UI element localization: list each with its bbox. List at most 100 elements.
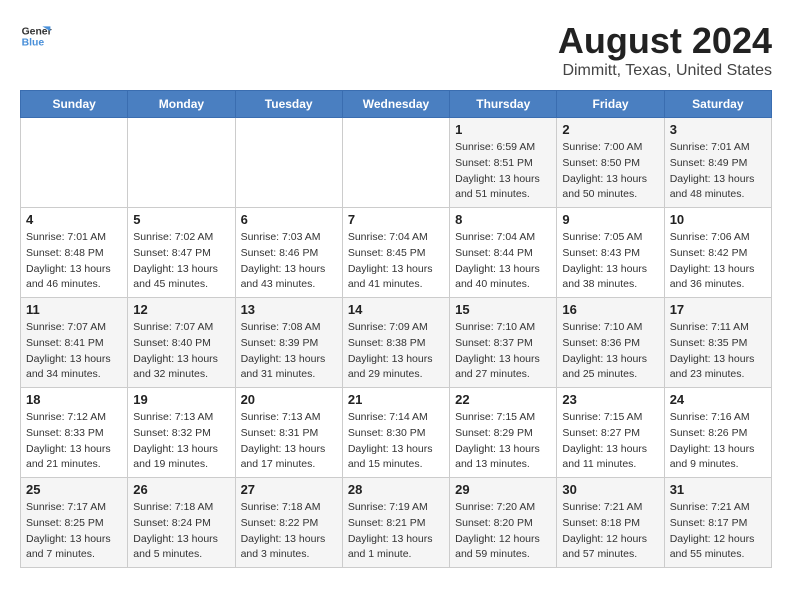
calendar-cell: 18 Sunrise: 7:12 AMSunset: 8:33 PMDayligh… xyxy=(21,388,128,478)
calendar-cell: 2Sunrise: 7:00 AMSunset: 8:50 PMDaylight… xyxy=(557,118,664,208)
day-info: Sunrise: 7:04 AMSunset: 8:44 PMDaylight:… xyxy=(455,230,551,293)
day-info: Sunrise: 7:17 AMSunset: 8:25 PMDaylight:… xyxy=(26,500,122,563)
day-info: Sunrise: 7:01 AMSunset: 8:48 PMDaylight:… xyxy=(26,230,122,293)
week-row-1: 1 Sunrise: 6:59 AMSunset: 8:51 PMDaylight… xyxy=(21,118,772,208)
calendar-cell: 3 Sunrise: 7:01 AMSunset: 8:49 PMDaylight… xyxy=(664,118,771,208)
day-info: Sunrise: 7:13 AMSunset: 8:31 PMDaylight:… xyxy=(241,410,337,473)
calendar-cell: 12 Sunrise: 7:07 AMSunset: 8:40 PMDayligh… xyxy=(128,298,235,388)
day-number: 24 xyxy=(670,392,766,407)
calendar-cell: 30 Sunrise: 7:21 AMSunset: 8:18 PMDayligh… xyxy=(557,478,664,568)
day-number: 6 xyxy=(241,212,337,227)
calendar-cell: 10 Sunrise: 7:06 AMSunset: 8:42 PMDayligh… xyxy=(664,208,771,298)
day-info: Sunrise: 7:07 AMSunset: 8:41 PMDaylight:… xyxy=(26,320,122,383)
svg-text:Blue: Blue xyxy=(22,38,45,49)
day-number: 14 xyxy=(348,302,444,317)
day-info: Sunrise: 7:13 AMSunset: 8:32 PMDaylight:… xyxy=(133,410,229,473)
calendar-cell: 20 Sunrise: 7:13 AMSunset: 8:31 PMDayligh… xyxy=(235,388,342,478)
weekday-header-wednesday: Wednesday xyxy=(342,91,449,118)
day-info: Sunrise: 7:10 AMSunset: 8:36 PMDaylight:… xyxy=(562,320,658,383)
calendar-cell: 27 Sunrise: 7:18 AMSunset: 8:22 PMDayligh… xyxy=(235,478,342,568)
week-row-5: 25 Sunrise: 7:17 AMSunset: 8:25 PMDayligh… xyxy=(21,478,772,568)
day-number: 30 xyxy=(562,482,658,497)
weekday-header-thursday: Thursday xyxy=(450,91,557,118)
day-number: 18 xyxy=(26,392,122,407)
weekday-header-monday: Monday xyxy=(128,91,235,118)
title-block: August 2024 Dimmitt, Texas, United State… xyxy=(558,20,772,80)
week-row-3: 11 Sunrise: 7:07 AMSunset: 8:41 PMDayligh… xyxy=(21,298,772,388)
day-number: 1 xyxy=(455,122,551,137)
calendar-cell xyxy=(21,118,128,208)
calendar-cell: 9 Sunrise: 7:05 AMSunset: 8:43 PMDaylight… xyxy=(557,208,664,298)
calendar-cell: 4 Sunrise: 7:01 AMSunset: 8:48 PMDaylight… xyxy=(21,208,128,298)
weekday-header-friday: Friday xyxy=(557,91,664,118)
day-number: 4 xyxy=(26,212,122,227)
day-number: 23 xyxy=(562,392,658,407)
calendar-cell: 21 Sunrise: 7:14 AMSunset: 8:30 PMDayligh… xyxy=(342,388,449,478)
day-info: Sunrise: 7:18 AMSunset: 8:24 PMDaylight:… xyxy=(133,500,229,563)
day-info: Sunrise: 7:11 AMSunset: 8:35 PMDaylight:… xyxy=(670,320,766,383)
calendar-cell: 7Sunrise: 7:04 AMSunset: 8:45 PMDaylight… xyxy=(342,208,449,298)
day-number: 21 xyxy=(348,392,444,407)
calendar-cell: 15Sunrise: 7:10 AMSunset: 8:37 PMDayligh… xyxy=(450,298,557,388)
day-info: Sunrise: 7:04 AMSunset: 8:45 PMDaylight:… xyxy=(348,230,444,293)
day-info: Sunrise: 7:18 AMSunset: 8:22 PMDaylight:… xyxy=(241,500,337,563)
calendar-cell: 8 Sunrise: 7:04 AMSunset: 8:44 PMDaylight… xyxy=(450,208,557,298)
day-number: 16 xyxy=(562,302,658,317)
calendar-cell xyxy=(235,118,342,208)
day-number: 25 xyxy=(26,482,122,497)
day-number: 13 xyxy=(241,302,337,317)
day-info: Sunrise: 7:00 AMSunset: 8:50 PMDaylight:… xyxy=(562,140,658,203)
day-info: Sunrise: 7:07 AMSunset: 8:40 PMDaylight:… xyxy=(133,320,229,383)
day-info: Sunrise: 7:14 AMSunset: 8:30 PMDaylight:… xyxy=(348,410,444,473)
weekday-header-tuesday: Tuesday xyxy=(235,91,342,118)
day-info: Sunrise: 7:01 AMSunset: 8:49 PMDaylight:… xyxy=(670,140,766,203)
logo: General Blue xyxy=(20,20,52,52)
day-info: Sunrise: 7:09 AMSunset: 8:38 PMDaylight:… xyxy=(348,320,444,383)
day-number: 17 xyxy=(670,302,766,317)
day-info: Sunrise: 7:05 AMSunset: 8:43 PMDaylight:… xyxy=(562,230,658,293)
day-info: Sunrise: 7:08 AMSunset: 8:39 PMDaylight:… xyxy=(241,320,337,383)
page-title: August 2024 xyxy=(558,20,772,62)
day-number: 11 xyxy=(26,302,122,317)
day-info: Sunrise: 7:19 AMSunset: 8:21 PMDaylight:… xyxy=(348,500,444,563)
calendar-cell: 22Sunrise: 7:15 AMSunset: 8:29 PMDayligh… xyxy=(450,388,557,478)
calendar-cell: 11 Sunrise: 7:07 AMSunset: 8:41 PMDayligh… xyxy=(21,298,128,388)
weekday-header-sunday: Sunday xyxy=(21,91,128,118)
day-info: Sunrise: 7:15 AMSunset: 8:27 PMDaylight:… xyxy=(562,410,658,473)
calendar-cell: 17 Sunrise: 7:11 AMSunset: 8:35 PMDayligh… xyxy=(664,298,771,388)
day-info: Sunrise: 7:02 AMSunset: 8:47 PMDaylight:… xyxy=(133,230,229,293)
calendar-table: SundayMondayTuesdayWednesdayThursdayFrid… xyxy=(20,90,772,568)
calendar-cell: 24Sunrise: 7:16 AMSunset: 8:26 PMDayligh… xyxy=(664,388,771,478)
calendar-cell: 16 Sunrise: 7:10 AMSunset: 8:36 PMDayligh… xyxy=(557,298,664,388)
day-info: Sunrise: 7:21 AMSunset: 8:17 PMDaylight:… xyxy=(670,500,766,563)
day-number: 20 xyxy=(241,392,337,407)
day-info: Sunrise: 7:10 AMSunset: 8:37 PMDaylight:… xyxy=(455,320,551,383)
calendar-cell: 26 Sunrise: 7:18 AMSunset: 8:24 PMDayligh… xyxy=(128,478,235,568)
page-subtitle: Dimmitt, Texas, United States xyxy=(558,62,772,80)
day-number: 27 xyxy=(241,482,337,497)
day-number: 22 xyxy=(455,392,551,407)
day-info: Sunrise: 6:59 AMSunset: 8:51 PMDaylight:… xyxy=(455,140,551,203)
week-row-4: 18 Sunrise: 7:12 AMSunset: 8:33 PMDayligh… xyxy=(21,388,772,478)
day-info: Sunrise: 7:06 AMSunset: 8:42 PMDaylight:… xyxy=(670,230,766,293)
day-info: Sunrise: 7:20 AMSunset: 8:20 PMDaylight:… xyxy=(455,500,551,563)
day-info: Sunrise: 7:21 AMSunset: 8:18 PMDaylight:… xyxy=(562,500,658,563)
day-number: 3 xyxy=(670,122,766,137)
calendar-cell: 19Sunrise: 7:13 AMSunset: 8:32 PMDayligh… xyxy=(128,388,235,478)
calendar-cell xyxy=(128,118,235,208)
day-info: Sunrise: 7:12 AMSunset: 8:33 PMDaylight:… xyxy=(26,410,122,473)
day-info: Sunrise: 7:03 AMSunset: 8:46 PMDaylight:… xyxy=(241,230,337,293)
calendar-cell: 25 Sunrise: 7:17 AMSunset: 8:25 PMDayligh… xyxy=(21,478,128,568)
day-number: 9 xyxy=(562,212,658,227)
calendar-cell: 31Sunrise: 7:21 AMSunset: 8:17 PMDayligh… xyxy=(664,478,771,568)
day-number: 12 xyxy=(133,302,229,317)
day-number: 26 xyxy=(133,482,229,497)
day-number: 29 xyxy=(455,482,551,497)
weekday-header-row: SundayMondayTuesdayWednesdayThursdayFrid… xyxy=(21,91,772,118)
day-number: 5 xyxy=(133,212,229,227)
calendar-cell: 29 Sunrise: 7:20 AMSunset: 8:20 PMDayligh… xyxy=(450,478,557,568)
weekday-header-saturday: Saturday xyxy=(664,91,771,118)
day-number: 8 xyxy=(455,212,551,227)
calendar-cell xyxy=(342,118,449,208)
day-number: 10 xyxy=(670,212,766,227)
